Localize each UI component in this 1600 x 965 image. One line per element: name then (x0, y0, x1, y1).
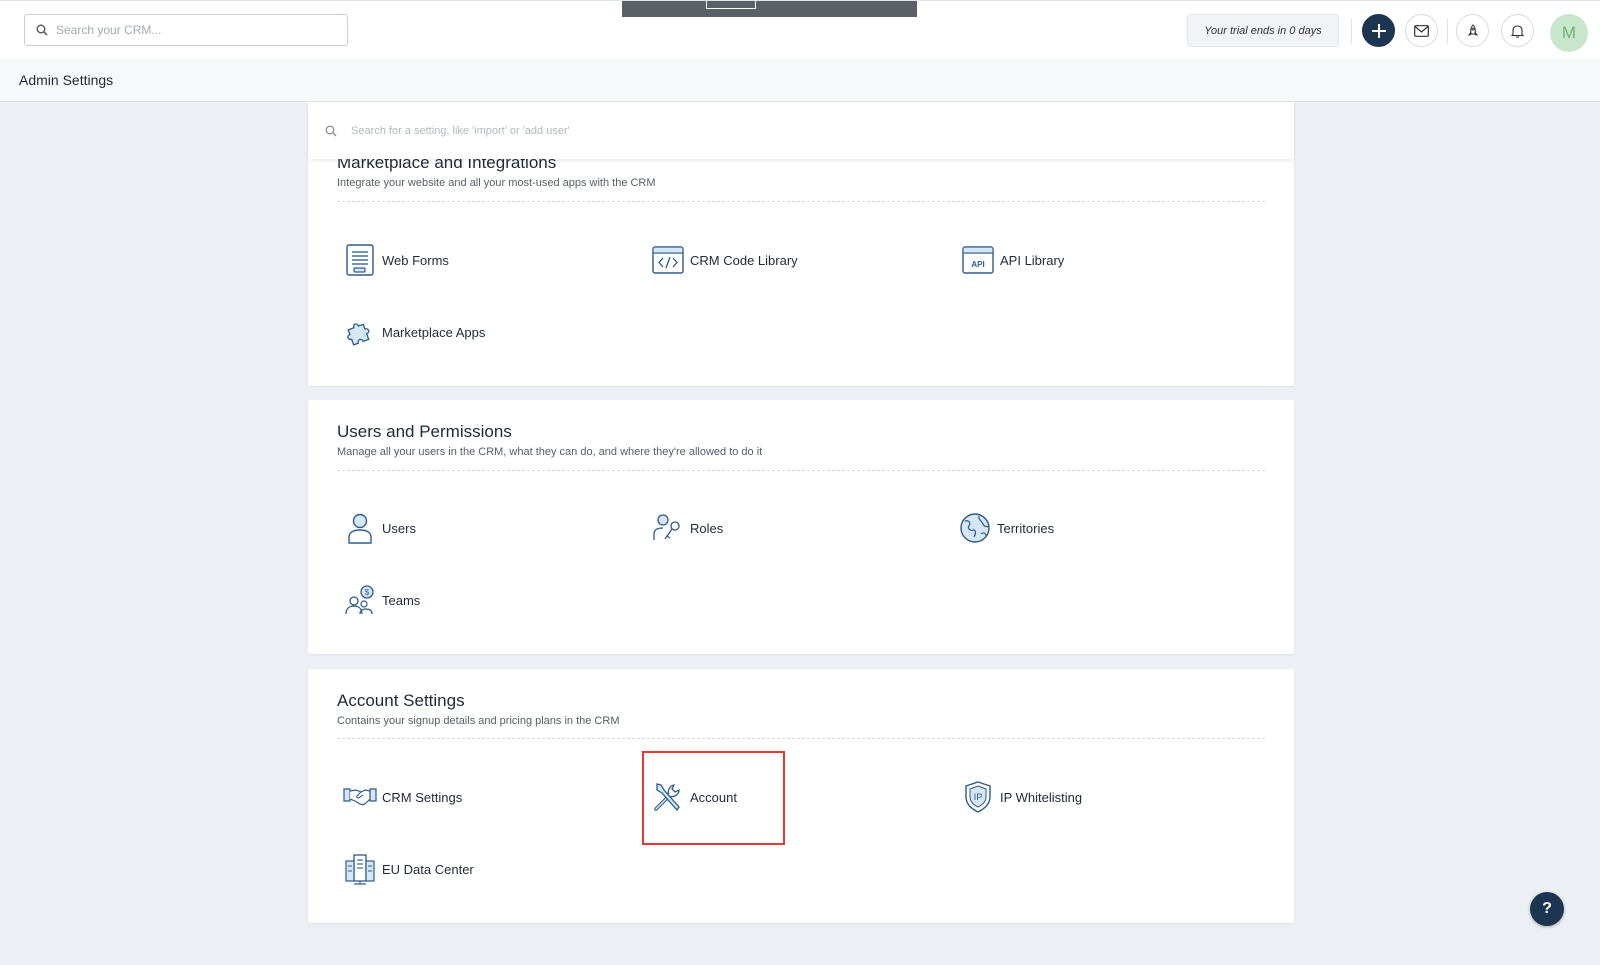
svg-text:$: $ (365, 588, 370, 597)
setting-account[interactable]: Account (650, 777, 737, 817)
settings-search[interactable] (308, 102, 1294, 159)
rocket-button[interactable] (1456, 14, 1489, 47)
notifications-button[interactable] (1501, 14, 1534, 47)
section-description: Integrate your website and all your most… (337, 177, 656, 189)
mail-button[interactable] (1405, 14, 1438, 47)
rocket-icon (1467, 23, 1478, 36)
setting-label: Teams (382, 592, 421, 608)
setting-label: CRM Code Library (690, 252, 798, 268)
globe-icon (957, 510, 993, 546)
global-search-input[interactable] (56, 23, 316, 37)
divider (337, 470, 1265, 471)
page-header: Admin Settings (0, 59, 1600, 102)
page-title: Admin Settings (19, 72, 114, 88)
setting-label: Web Forms (382, 252, 449, 268)
setting-label: Roles (690, 520, 724, 536)
setting-label: Users (382, 520, 416, 536)
top-bar: Your trial ends in 0 days M (0, 0, 1600, 59)
setting-label: CRM Settings (382, 789, 463, 805)
setting-crm-code-library[interactable]: CRM Code Library (650, 240, 798, 280)
create-button[interactable] (1362, 14, 1395, 47)
section-description: Manage all your users in the CRM, what t… (337, 446, 763, 458)
puzzle-icon (342, 314, 378, 350)
setting-label: Marketplace Apps (382, 324, 486, 340)
user-icon (342, 510, 378, 546)
help-button[interactable]: ? (1530, 892, 1564, 926)
setting-ip-whitelisting[interactable]: IP IP Whitelisting (960, 777, 1082, 817)
api-icon: API (960, 242, 996, 278)
account-settings-section: Account Settings Contains your signup de… (308, 669, 1294, 923)
setting-api-library[interactable]: API API Library (960, 240, 1064, 280)
setting-users[interactable]: Users (342, 508, 416, 548)
handshake-icon (342, 779, 378, 815)
svg-text:API: API (971, 260, 984, 269)
section-title: Account Settings (337, 691, 465, 710)
setting-territories[interactable]: Territories (957, 508, 1054, 548)
bell-icon (1511, 24, 1524, 38)
setting-teams[interactable]: $ Teams (342, 580, 420, 620)
mail-icon (1414, 24, 1429, 37)
trial-badge[interactable]: Your trial ends in 0 days (1187, 14, 1339, 47)
setting-label: API Library (1000, 252, 1065, 268)
settings-search-input[interactable] (351, 124, 1151, 137)
setting-roles[interactable]: Roles (650, 508, 723, 548)
divider (1351, 18, 1352, 44)
setting-label: IP Whitelisting (1000, 789, 1083, 805)
avatar[interactable]: M (1550, 14, 1588, 52)
plus-icon (1371, 23, 1386, 38)
roles-icon (650, 510, 686, 546)
setting-label: EU Data Center (382, 861, 474, 877)
divider (337, 201, 1265, 202)
setting-label: Account (690, 789, 737, 805)
divider (1447, 18, 1448, 44)
search-icon (325, 125, 337, 136)
code-library-icon (650, 242, 686, 278)
global-search[interactable] (24, 14, 348, 46)
setting-marketplace-apps[interactable]: Marketplace Apps (342, 312, 485, 352)
svg-text:IP: IP (974, 792, 983, 802)
divider (337, 738, 1265, 739)
data-center-icon (342, 851, 378, 887)
section-title: Users and Permissions (337, 422, 512, 441)
tools-icon (650, 779, 686, 815)
setting-crm-settings[interactable]: CRM Settings (342, 777, 462, 817)
ip-shield-icon: IP (960, 779, 996, 815)
teams-icon: $ (342, 582, 378, 618)
search-icon (36, 24, 48, 36)
users-permissions-section: Users and Permissions Manage all your us… (308, 400, 1294, 654)
setting-eu-data-center[interactable]: EU Data Center (342, 849, 474, 889)
web-forms-icon (342, 242, 378, 278)
section-description: Contains your signup details and pricing… (337, 715, 620, 727)
setting-web-forms[interactable]: Web Forms (342, 240, 449, 280)
screen-share-tab[interactable] (622, 1, 917, 17)
setting-label: Territories (997, 520, 1055, 536)
